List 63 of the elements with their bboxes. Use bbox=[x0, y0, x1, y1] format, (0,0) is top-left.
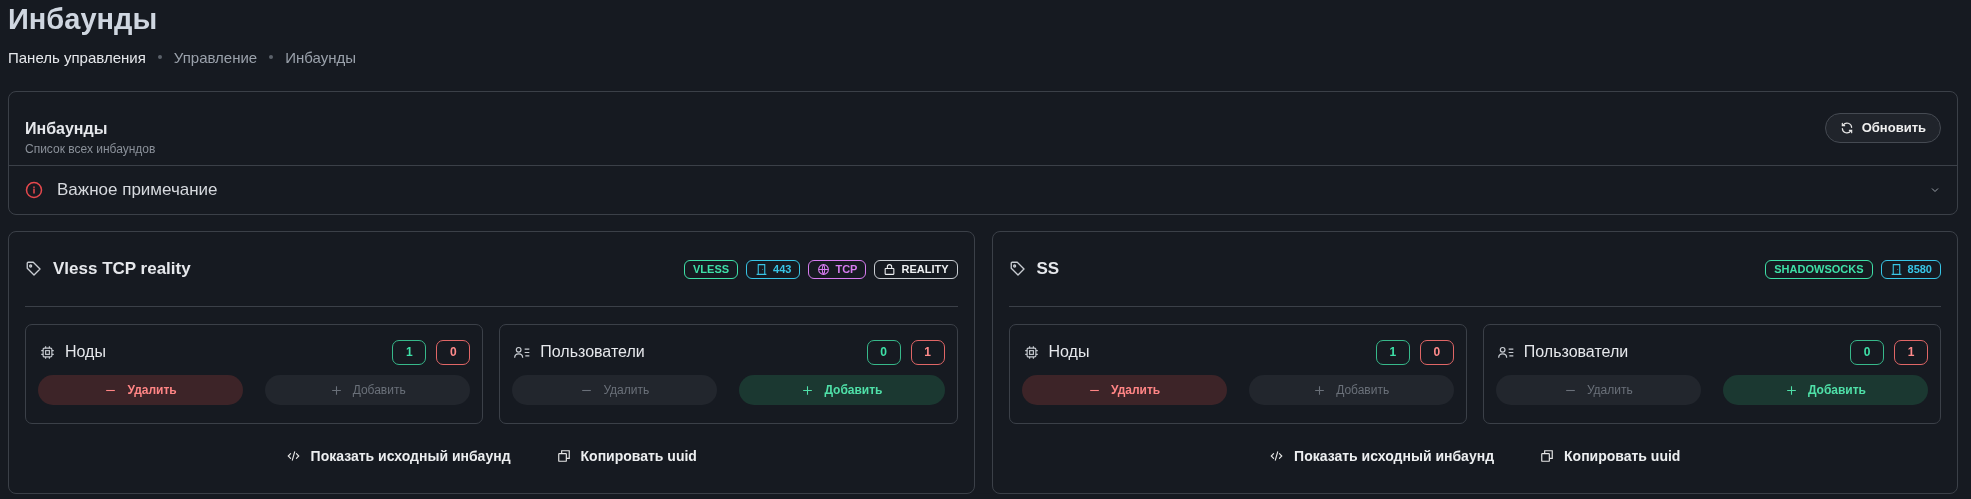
inbound-badge: REALITY bbox=[874, 259, 958, 279]
door-icon bbox=[755, 262, 769, 276]
door-icon bbox=[1889, 262, 1903, 276]
refresh-button[interactable]: Обновить bbox=[1824, 112, 1941, 143]
copy-icon bbox=[1540, 449, 1555, 463]
copy-icon bbox=[556, 449, 571, 463]
inbound-badge: 8580 bbox=[1880, 259, 1941, 279]
plus-icon bbox=[329, 383, 343, 397]
users-list-icon bbox=[1497, 344, 1514, 360]
minus-icon bbox=[1087, 388, 1101, 392]
page-title: Инбаунды bbox=[8, 2, 159, 36]
tag-icon bbox=[1008, 260, 1027, 278]
count-badge: 1 bbox=[910, 339, 945, 365]
breadcrumb-link[interactable]: Панель управления bbox=[8, 48, 146, 66]
count-badge: 1 bbox=[1375, 339, 1410, 365]
panel-title: Инбаунды bbox=[25, 119, 109, 138]
plus-icon bbox=[1784, 383, 1798, 397]
code-icon bbox=[285, 449, 301, 463]
section-title: Пользователи bbox=[1523, 343, 1630, 361]
note-row[interactable]: Важное примечание bbox=[9, 166, 1957, 214]
breadcrumb-link[interactable]: Инбаунды bbox=[285, 48, 356, 66]
inbound-badge: VLESS bbox=[684, 259, 739, 279]
info-icon bbox=[25, 181, 43, 199]
breadcrumb-separator bbox=[269, 55, 274, 59]
breadcrumb-link[interactable]: Управление bbox=[173, 48, 258, 66]
count-badge: 1 bbox=[392, 339, 427, 365]
minus-icon bbox=[104, 388, 118, 392]
minus-icon bbox=[1563, 388, 1577, 392]
section-title: Ноды bbox=[65, 343, 107, 361]
count-badge: 0 bbox=[866, 339, 901, 365]
note-label: Важное примечание bbox=[57, 180, 219, 200]
inbound-badge: 443 bbox=[746, 259, 801, 279]
minus-icon bbox=[580, 388, 594, 392]
code-icon bbox=[1269, 449, 1285, 463]
inbound-name: Vless TCP reality bbox=[53, 259, 192, 279]
globe-icon bbox=[817, 262, 831, 276]
inbound-badge: TCP bbox=[808, 259, 867, 279]
show-source-link[interactable]: Показать исходный инбаунд bbox=[1269, 448, 1495, 464]
inbound-badge: SHADOWSOCKS bbox=[1765, 259, 1873, 279]
chip-icon bbox=[40, 344, 55, 360]
lock-icon bbox=[883, 262, 897, 276]
add-button[interactable]: Добавить bbox=[739, 375, 945, 405]
plus-icon bbox=[801, 383, 815, 397]
count-badge: 1 bbox=[1894, 339, 1928, 365]
count-badge: 0 bbox=[1850, 339, 1884, 365]
refresh-icon bbox=[1839, 120, 1854, 135]
inbound-name: SS bbox=[1036, 259, 1061, 279]
count-badge: 0 bbox=[1419, 339, 1454, 365]
tag-icon bbox=[25, 260, 43, 278]
count-badge: 0 bbox=[436, 339, 471, 365]
copy-uuid-link[interactable]: Копировать uuid bbox=[1540, 448, 1681, 464]
remove-button[interactable]: Удалить bbox=[1021, 375, 1227, 405]
show-source-link[interactable]: Показать исходный инбаунд bbox=[285, 448, 511, 464]
remove-button[interactable]: Удалить bbox=[38, 375, 244, 405]
section-title: Ноды bbox=[1048, 343, 1091, 361]
section-title: Пользователи bbox=[540, 343, 646, 361]
copy-uuid-link[interactable]: Копировать uuid bbox=[556, 448, 697, 464]
plus-icon bbox=[1313, 383, 1327, 397]
panel-subtitle: Список всех инбаундов bbox=[25, 141, 156, 156]
chip-icon bbox=[1023, 344, 1039, 360]
users-list-icon bbox=[514, 344, 531, 360]
breadcrumb-separator bbox=[157, 55, 162, 59]
add-button[interactable]: Добавить bbox=[1722, 375, 1928, 405]
